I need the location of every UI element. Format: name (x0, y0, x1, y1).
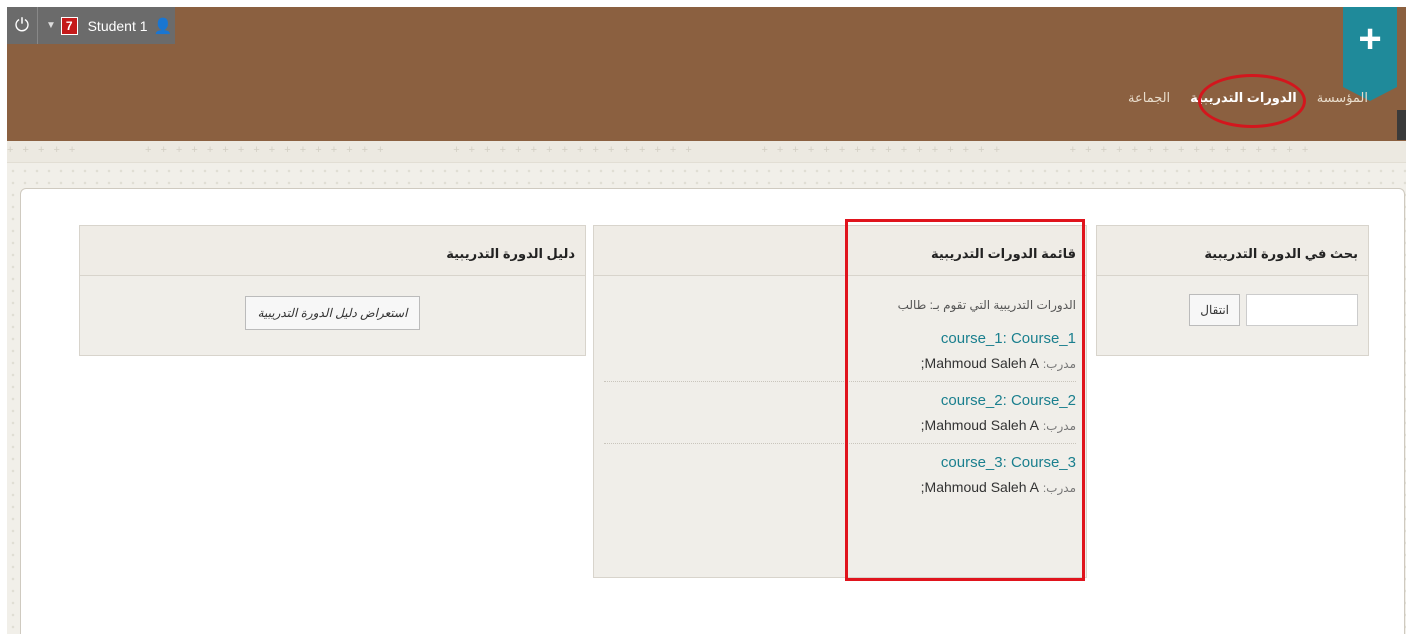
user-icon[interactable]: 👤 (154, 17, 173, 35)
course-search-input[interactable] (1246, 294, 1358, 326)
course-search-module: بحث في الدورة التدريبية انتقال (1096, 225, 1369, 356)
highlight-box (845, 219, 1085, 581)
nav-item-community[interactable]: الجماعة (1128, 90, 1170, 106)
course-guide-module: دليل الدورة التدريبية استعراض دليل الدور… (79, 225, 586, 356)
nav-item-institution[interactable]: المؤسسة (1317, 90, 1368, 106)
top-toolbar: ⏻ ▼ 7 Student 1 👤 (7, 7, 175, 44)
notification-badge[interactable]: 7 (60, 16, 78, 35)
add-tab[interactable]: + (1343, 7, 1397, 101)
decorative-strip: + + + + + + + + + + + + + + + + + + + + … (7, 141, 1406, 163)
header-bar (7, 7, 1406, 141)
module-title: بحث في الدورة التدريبية (1097, 226, 1368, 276)
highlight-circle (1198, 74, 1306, 128)
edge-tab (1397, 110, 1406, 140)
module-title: دليل الدورة التدريبية (80, 226, 585, 276)
user-name[interactable]: Student 1 (88, 18, 148, 34)
dropdown-arrow-icon[interactable]: ▼ (46, 20, 56, 31)
divider (37, 7, 38, 44)
go-button[interactable]: انتقال (1189, 294, 1240, 326)
plus-icon: + (1358, 17, 1382, 61)
power-icon[interactable]: ⏻ (7, 15, 37, 36)
browse-course-guide-button[interactable]: استعراض دليل الدورة التدريبية (244, 296, 421, 330)
